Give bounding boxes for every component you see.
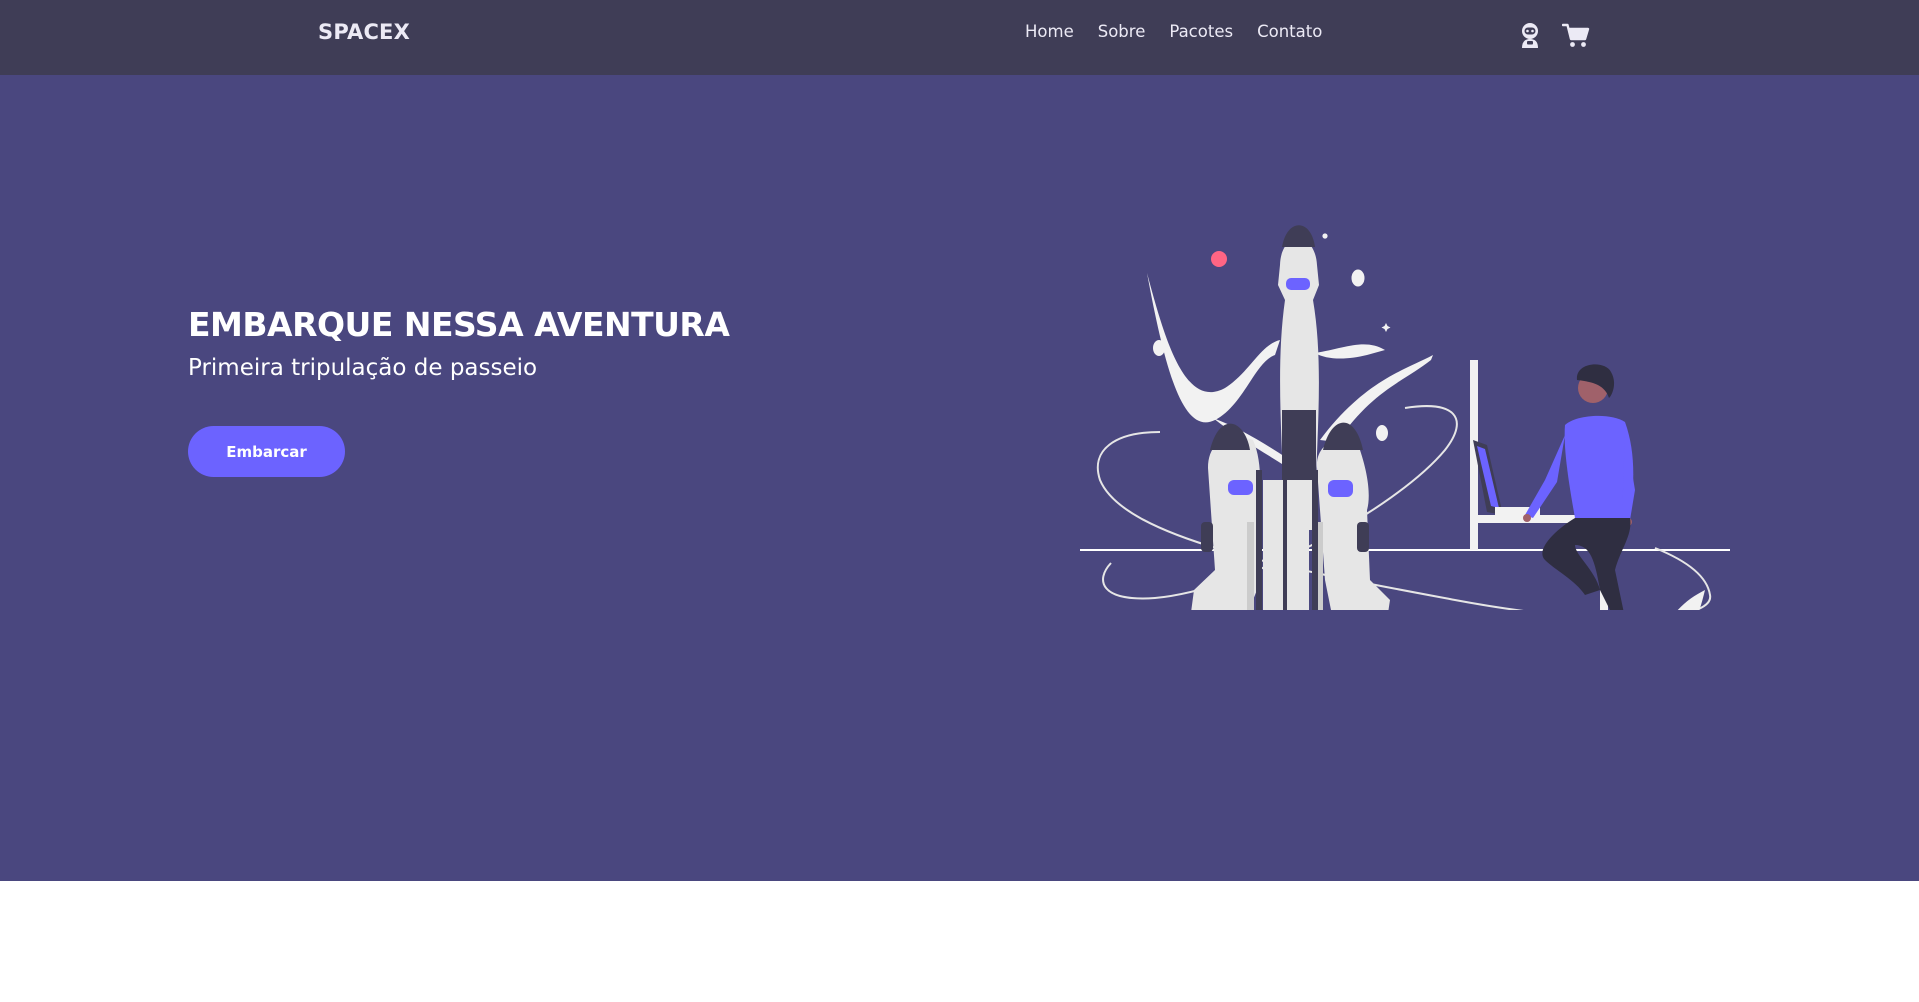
embarcar-button[interactable]: Embarcar	[188, 426, 345, 477]
hero-section: EMBARQUE NESSA AVENTURA Primeira tripula…	[0, 75, 1919, 881]
navbar: SPACEX Home Sobre Pacotes Contato	[0, 0, 1919, 75]
nav-link-sobre[interactable]: Sobre	[1098, 22, 1146, 41]
nav-link-pacotes[interactable]: Pacotes	[1169, 22, 1233, 41]
nav-icons	[1516, 21, 1590, 49]
rocket-launch-illustration	[1080, 225, 1730, 610]
nav-link-home[interactable]: Home	[1025, 22, 1074, 41]
nav-links: Home Sobre Pacotes Contato	[1025, 22, 1322, 41]
hero-title: EMBARQUE NESSA AVENTURA	[188, 305, 730, 344]
site-logo[interactable]: SPACEX	[318, 20, 410, 44]
hero-subtitle: Primeira tripulação de passeio	[188, 355, 538, 381]
astronaut-icon[interactable]	[1516, 21, 1544, 49]
nav-link-contato[interactable]: Contato	[1257, 22, 1322, 41]
cart-icon[interactable]	[1562, 21, 1590, 49]
